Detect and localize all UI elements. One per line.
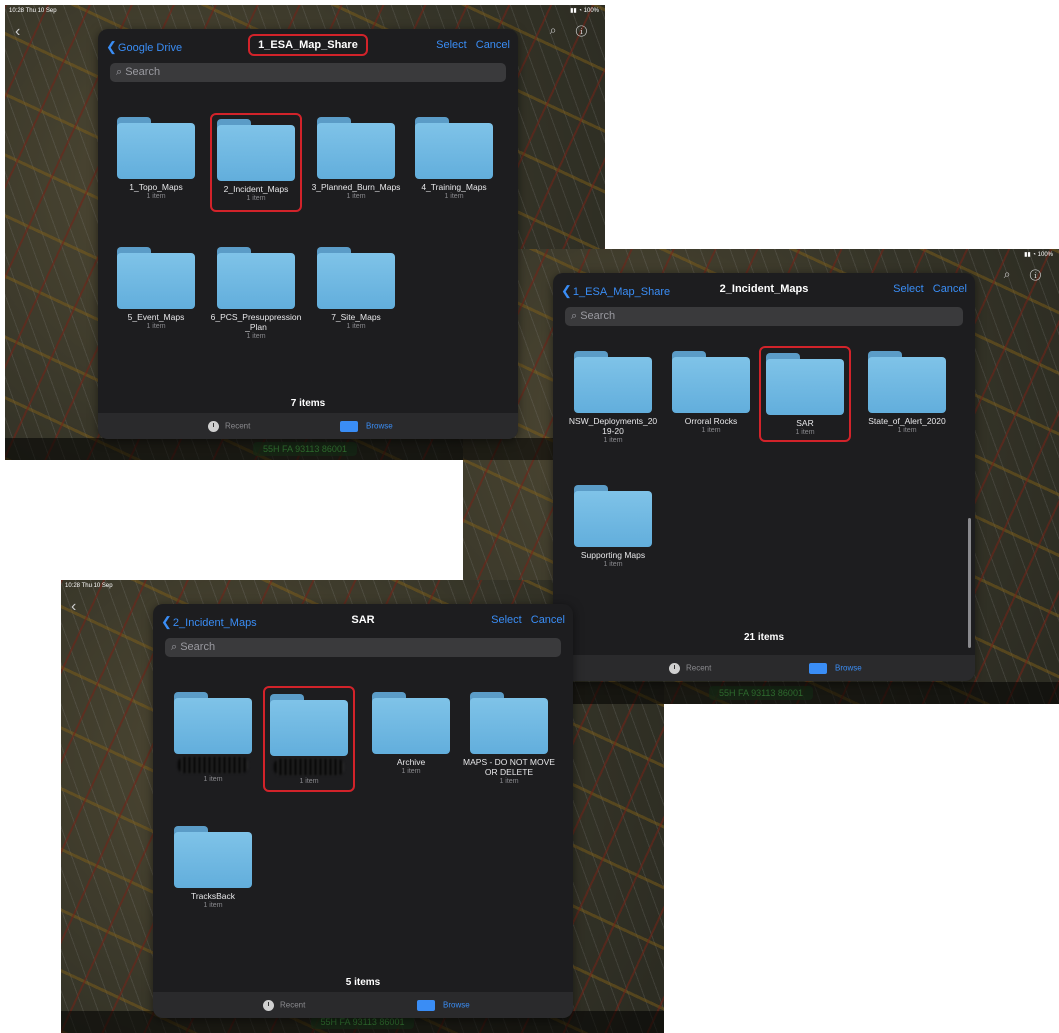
- screenshot-1: 10:28 Thu 10 Sep ▮▮ ◔ 100% ‹ ⌕ ⓘ 55H FA …: [5, 5, 605, 460]
- nav-actions: Select Cancel: [887, 283, 967, 295]
- folder-icon: [117, 117, 195, 179]
- folder-item[interactable]: 1 item: [167, 692, 259, 784]
- tab-bar: Recent Browse: [553, 655, 975, 681]
- back-chevron-icon[interactable]: ‹: [15, 23, 20, 41]
- file-picker-panel: ❮1_ESA_Map_Share 2_Incident_Maps Select …: [553, 273, 975, 681]
- tab-browse[interactable]: Browse: [417, 1000, 470, 1011]
- tab-browse[interactable]: Browse: [340, 421, 393, 432]
- folder-icon: [574, 485, 652, 547]
- folder-item[interactable]: 3_Planned_Burn_Maps 1 item: [310, 117, 402, 201]
- folder-item[interactable]: 6_PCS_Presuppression_Plan 1 item: [210, 247, 302, 341]
- redacted-folder-name: [265, 759, 353, 777]
- item-count: 5 items: [345, 977, 381, 988]
- map-toolbar-icons[interactable]: ⌕ ⓘ: [550, 23, 595, 38]
- cancel-button[interactable]: Cancel: [933, 283, 967, 295]
- tab-recent[interactable]: Recent: [263, 1000, 305, 1011]
- battery-indicator: ▮▮ ◔ 100%: [570, 8, 599, 14]
- folder-icon: [217, 247, 295, 309]
- redacted-folder-name: [167, 757, 259, 775]
- folder-icon: [217, 119, 295, 181]
- folder-icon: [809, 663, 827, 674]
- folder-item[interactable]: Archive 1 item: [365, 692, 457, 776]
- search-field[interactable]: ⌕ Search: [165, 638, 561, 657]
- nav-bar: ❮Google Drive 1_ESA_Map_Share Select Can…: [98, 29, 518, 63]
- folder-item[interactable]: 1 item: [263, 686, 355, 792]
- item-count: 7 items: [290, 398, 326, 409]
- tab-browse[interactable]: Browse: [809, 663, 862, 674]
- folder-icon: [417, 1000, 435, 1011]
- folder-icon: [868, 351, 946, 413]
- folder-icon: [117, 247, 195, 309]
- select-button[interactable]: Select: [436, 39, 467, 51]
- folder-icon: [372, 692, 450, 754]
- cancel-button[interactable]: Cancel: [476, 39, 510, 51]
- clock-icon: [208, 421, 219, 432]
- status-bar: 10:28 Thu 10 Sep ▮▮ ◔ 100%: [5, 5, 605, 17]
- tab-bar: Recent Browse: [153, 992, 573, 1018]
- status-time: 10:28 Thu 10 Sep: [65, 583, 113, 589]
- folder-item[interactable]: 1_Topo_Maps 1 item: [110, 117, 202, 201]
- coordinate-readout: 55H FA 93113 86001: [253, 442, 357, 456]
- folder-item[interactable]: 7_Site_Maps 1 item: [310, 247, 402, 331]
- folder-item[interactable]: 2_Incident_Maps 1 item: [210, 113, 302, 212]
- folder-item[interactable]: Supporting Maps 1 item: [567, 485, 659, 569]
- folder-item[interactable]: Orroral Rocks 1 item: [665, 351, 757, 435]
- folder-icon: [174, 692, 252, 754]
- folder-icon: [317, 117, 395, 179]
- tab-bar: Recent Browse: [98, 413, 518, 439]
- map-bottom-bar: 55H FA 93113 86001: [5, 438, 605, 460]
- folder-item[interactable]: NSW_Deployments_2019-20 1 item: [567, 351, 659, 445]
- nav-bar: ❮1_ESA_Map_Share 2_Incident_Maps Select …: [553, 273, 975, 307]
- file-picker-panel: ❮Google Drive 1_ESA_Map_Share Select Can…: [98, 29, 518, 439]
- search-field[interactable]: ⌕ Search: [110, 63, 506, 82]
- coordinate-readout: 55H FA 93113 86001: [709, 686, 813, 700]
- folder-item[interactable]: State_of_Alert_2020 1 item: [861, 351, 953, 435]
- status-time: 10:28 Thu 10 Sep: [9, 8, 57, 14]
- scrollbar[interactable]: [968, 518, 971, 648]
- nav-bar: ❮2_Incident_Maps SAR Select Cancel: [153, 604, 573, 638]
- folder-item[interactable]: SAR 1 item: [759, 346, 851, 442]
- select-button[interactable]: Select: [893, 283, 924, 295]
- battery-indicator: ▮▮ ◔ 100%: [1024, 252, 1053, 258]
- folder-icon: [766, 353, 844, 415]
- select-button[interactable]: Select: [491, 614, 522, 626]
- folder-item[interactable]: 4_Training_Maps 1 item: [408, 117, 500, 201]
- folder-icon: [415, 117, 493, 179]
- back-chevron-icon[interactable]: ‹: [71, 598, 76, 616]
- tab-recent[interactable]: Recent: [208, 421, 250, 432]
- folder-icon: [574, 351, 652, 413]
- folder-icon: [340, 421, 358, 432]
- nav-actions: Select Cancel: [430, 39, 510, 51]
- folder-item[interactable]: 5_Event_Maps 1 item: [110, 247, 202, 331]
- clock-icon: [263, 1000, 274, 1011]
- cancel-button[interactable]: Cancel: [531, 614, 565, 626]
- file-picker-panel: ❮2_Incident_Maps SAR Select Cancel ⌕ Sea…: [153, 604, 573, 1018]
- folder-item[interactable]: MAPS - DO NOT MOVE OR DELETE 1 item: [463, 692, 555, 786]
- item-count: 21 items: [743, 632, 785, 643]
- status-bar: 10:28 Thu 10 Sep ▮▮ ◔ 100%: [463, 249, 1059, 261]
- nav-actions: Select Cancel: [485, 614, 565, 626]
- folder-icon: [317, 247, 395, 309]
- folder-icon: [174, 826, 252, 888]
- folder-icon: [672, 351, 750, 413]
- tab-recent[interactable]: Recent: [669, 663, 711, 674]
- map-toolbar-icons[interactable]: ⌕ ⓘ: [1004, 267, 1049, 282]
- folder-icon: [470, 692, 548, 754]
- folder-item[interactable]: TracksBack 1 item: [167, 826, 259, 910]
- folder-icon: [270, 694, 348, 756]
- clock-icon: [669, 663, 680, 674]
- search-field[interactable]: ⌕ Search: [565, 307, 963, 326]
